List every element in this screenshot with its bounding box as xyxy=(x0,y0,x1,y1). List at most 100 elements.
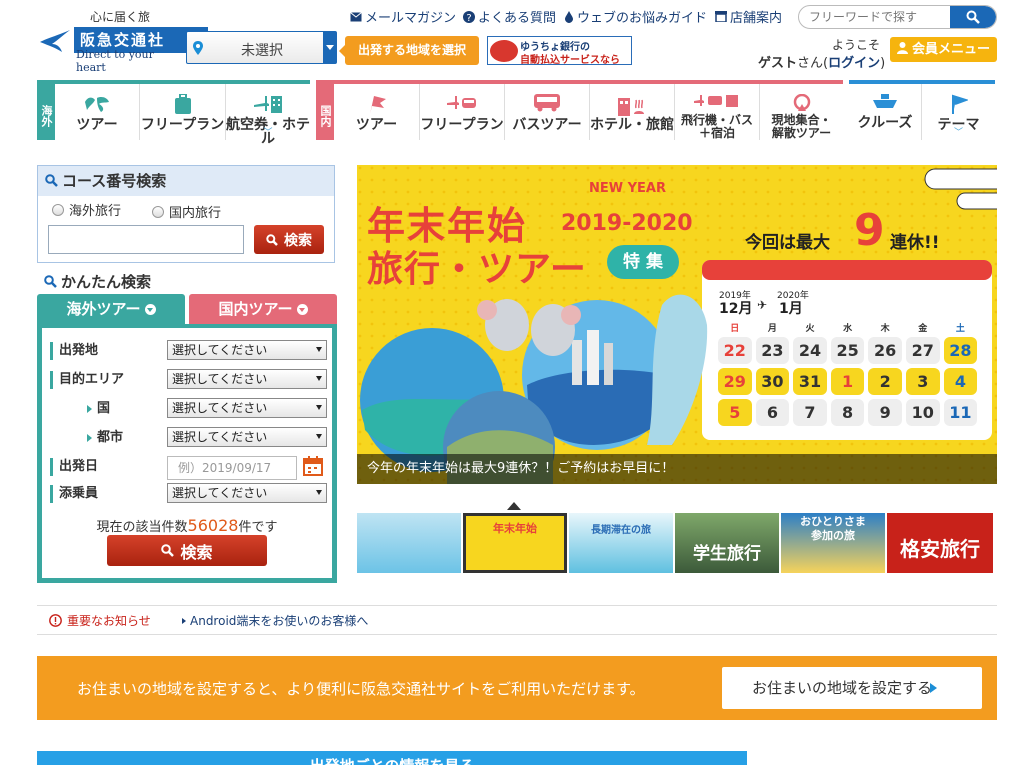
important-notice-link[interactable]: 重要なお知らせ xyxy=(49,612,151,629)
radio-overseas[interactable]: 海外旅行 xyxy=(52,200,121,219)
map-pin-icon xyxy=(793,94,810,111)
hero-caption: 今年の年末年始は最大9連休？！ご予約はお早目に！ xyxy=(357,454,997,484)
faq-link[interactable]: ? よくある質問 xyxy=(463,7,556,26)
thumbnail-autumn-tour[interactable] xyxy=(357,513,461,573)
calendar-day: 9 xyxy=(868,399,902,426)
bird-logo-icon xyxy=(40,30,70,52)
calendar-day: 6 xyxy=(755,399,790,426)
hero-feature-badge: 特 集 xyxy=(607,245,679,279)
calendar-day: 24 xyxy=(793,337,827,364)
hero-new-year: NEW YEAR xyxy=(589,181,666,196)
region-value: 未選択 xyxy=(241,43,283,59)
search-icon xyxy=(266,233,278,246)
hero-banner[interactable]: NEW YEAR 年末年始 2019-2020 旅行・ツアー 特 集 今回は最大… xyxy=(357,165,997,484)
nav-domestic-transport-stay[interactable]: 飛行機・バス ＋宿泊 xyxy=(675,84,760,140)
search-input[interactable] xyxy=(809,9,944,25)
result-count-prefix: 現在の該当件数 xyxy=(96,520,188,535)
nav-domestic-hotel[interactable]: ホテル・旅館 xyxy=(590,84,675,140)
region-setting-text: お住まいの地域を設定すると、より便利に阪急交通社サイトをご利用いただけます。 xyxy=(77,680,645,698)
select-guide[interactable]: 選択してください xyxy=(167,483,327,503)
plane-train-icon xyxy=(447,96,476,109)
calendar-day: 27 xyxy=(906,337,940,364)
easy-search-panel: 出発地 選択してください 目的エリア 選択してください 国 選択してください 都… xyxy=(37,324,337,583)
radio-button[interactable] xyxy=(52,203,64,216)
bus-icon xyxy=(534,94,560,112)
thumbnail-student[interactable]: 学生旅行 xyxy=(675,513,779,573)
login-link[interactable]: ログイン xyxy=(828,56,880,71)
nav-overseas-air-hotel[interactable]: 航空券・ホテル ﹀ xyxy=(226,84,310,146)
select-area[interactable]: 選択してください xyxy=(167,369,327,389)
hero-holiday-prefix: 今回は最大 xyxy=(745,233,830,253)
brand-tagline: 心に届く旅 xyxy=(90,10,151,24)
radio-overseas-label: 海外旅行 xyxy=(69,204,122,219)
nav-theme[interactable]: テーマ ﹀ xyxy=(922,84,995,140)
course-search-button-label: 検索 xyxy=(284,232,312,249)
nav-domestic-hotel-label: ホテル・旅館 xyxy=(590,117,674,133)
bank-banner-line2: 自動払込サービスなら xyxy=(520,55,620,66)
select-departure[interactable]: 選択してください xyxy=(167,340,327,360)
user-icon xyxy=(896,42,908,54)
radio-domestic[interactable]: 国内旅行 xyxy=(152,202,221,221)
departure-region-select[interactable]: 未選択 xyxy=(186,31,337,64)
radio-button[interactable] xyxy=(152,205,164,218)
calendar-weekday: 木 xyxy=(880,324,890,334)
course-search-button[interactable]: 検索 xyxy=(254,225,324,254)
flag-icon xyxy=(369,96,386,114)
thumbnail-new-year[interactable]: 年末年始 xyxy=(463,513,567,573)
android-notice-link[interactable]: Android端末をお使いのお客様へ xyxy=(182,612,368,629)
calendar-weekday: 日 xyxy=(730,324,740,334)
hero-holiday-suffix: 連休!! xyxy=(890,233,940,253)
nav-domestic-bustour[interactable]: バスツアー xyxy=(505,84,590,140)
nav-overseas-freeplan[interactable]: フリープラン xyxy=(140,84,226,140)
tab-overseas-tour[interactable]: 海外ツアー xyxy=(37,294,185,324)
select-country[interactable]: 選択してください xyxy=(167,398,327,418)
search-button[interactable] xyxy=(950,6,996,28)
search-icon xyxy=(45,174,58,187)
calendar-day: 31 xyxy=(793,368,827,395)
radio-domestic-label: 国内旅行 xyxy=(169,206,222,221)
calendar-day: 8 xyxy=(830,399,865,426)
select-city[interactable]: 選択してください xyxy=(167,427,327,447)
tab-domestic-label: 国内ツアー xyxy=(218,300,293,318)
free-word-search xyxy=(798,5,997,29)
departure-date-input[interactable]: 例）2019/09/17 xyxy=(167,456,297,480)
thumbnail-budget[interactable]: 格安旅行 xyxy=(887,513,993,573)
mail-magazine-link[interactable]: メールマガジン xyxy=(350,7,456,26)
course-number-input[interactable] xyxy=(48,225,244,254)
store-info-link[interactable]: 店舗案内 xyxy=(715,7,782,26)
cal-month1: 12月 xyxy=(719,301,753,317)
thumbnail-title: 長期滞在の旅 xyxy=(591,525,651,536)
nav-overseas: 海外 ツアー フリープラン 航空券・ホテル ﹀ xyxy=(37,80,310,146)
departure-info-bar[interactable]: 出発地ごとの情報を見る xyxy=(37,751,747,765)
nav-cruise-label: クルーズ xyxy=(857,115,913,131)
easy-search-title: かんたん検索 xyxy=(44,271,151,292)
mascot-icon xyxy=(490,40,518,62)
member-menu-label: 会員メニュー xyxy=(911,42,990,57)
calendar-icon[interactable] xyxy=(303,456,323,476)
nav-overseas-tour[interactable]: ツアー xyxy=(55,84,140,140)
plane-bus-hotel-icon xyxy=(694,95,738,107)
search-icon xyxy=(161,544,175,557)
member-menu-button[interactable]: 会員メニュー xyxy=(890,37,997,62)
store-info-label: 店舗案内 xyxy=(730,11,783,26)
region-select-tip[interactable]: 出発する地域を選択 xyxy=(339,36,479,65)
brand-logo[interactable]: 心に届く旅 阪急交通社 Direct to your heart xyxy=(38,8,208,74)
thumbnail-solo[interactable]: おひとりさま 参加の旅 xyxy=(781,513,885,573)
nav-cruise[interactable]: クルーズ xyxy=(849,84,922,140)
set-region-button[interactable]: お住まいの地域を設定する xyxy=(722,667,982,709)
nav-domestic-local-meet[interactable]: 現地集合・ 解散ツアー xyxy=(760,84,843,140)
web-guide-link[interactable]: ウェブのお悩みガイド xyxy=(564,7,707,26)
nav-domestic-tour-label: ツアー xyxy=(355,117,398,133)
easy-search-button[interactable]: 検索 xyxy=(107,535,267,566)
nav-domestic: 国内 ツアー フリープラン バスツアー ホテル・旅館 飛行機・バス ＋宿泊 現地… xyxy=(316,80,843,140)
tab-overseas-label: 海外ツアー xyxy=(66,300,141,318)
nav-domestic-tour[interactable]: ツアー xyxy=(334,84,420,140)
calendar-weekday: 火 xyxy=(805,324,815,334)
yucho-bank-banner[interactable]: ゆうちょ銀行の 自動払込サービスなら xyxy=(487,36,632,66)
calendar-day: 11 xyxy=(943,399,978,426)
tab-domestic-tour[interactable]: 国内ツアー xyxy=(189,294,337,324)
easy-search-button-label: 検索 xyxy=(180,542,213,562)
thumbnail-long-stay[interactable]: 長期滞在の旅 xyxy=(569,513,673,573)
course-number-search: コース番号検索 海外旅行 国内旅行 検索 xyxy=(37,165,335,263)
nav-domestic-freeplan[interactable]: フリープラン xyxy=(420,84,505,140)
